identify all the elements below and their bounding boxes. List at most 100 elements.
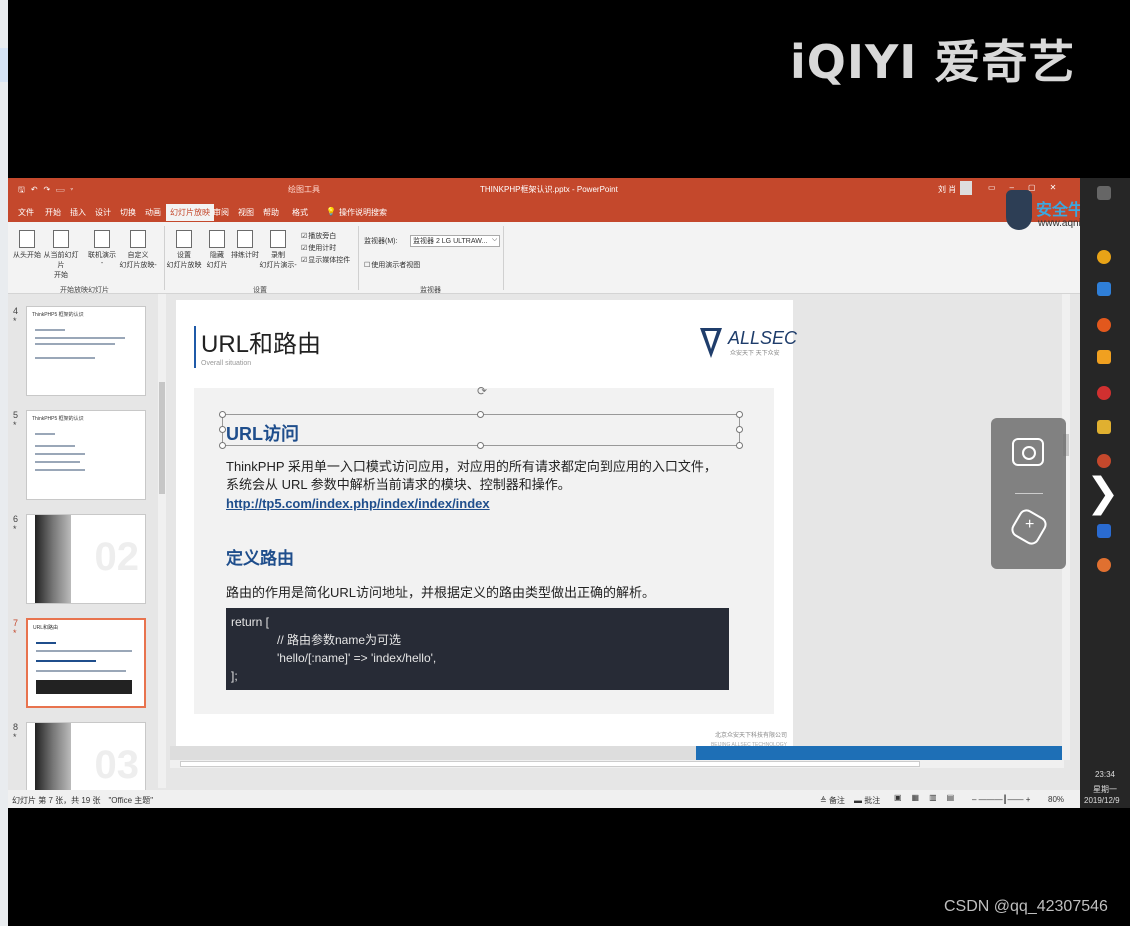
heading-define-route[interactable]: 定义路由 (226, 544, 294, 569)
resize-handle[interactable] (736, 426, 743, 433)
resize-handle[interactable] (219, 411, 226, 418)
thumbnail-scrollbar[interactable] (158, 294, 166, 788)
scrollbar-thumb[interactable] (159, 382, 165, 494)
footer-company: 北京众安天下科技有限公司 (714, 733, 787, 739)
custom-slideshow-button[interactable]: 自定义 幻灯片放映- (118, 230, 158, 270)
tab-animations[interactable]: 动画 (145, 207, 161, 218)
tab-help[interactable]: 帮助 (263, 207, 279, 218)
zoom-slider[interactable]: – ———┃—— + (972, 795, 1030, 804)
code-block[interactable]: return [ // 路由参数name为可选 'hello/[:name]' … (226, 608, 729, 690)
p-app-icon[interactable] (1097, 524, 1111, 538)
button-label: 设置 (177, 252, 191, 259)
paragraph-route[interactable]: 路由的作用是简化URL访问地址，并根据定义的路由类型做出正确的解析。 (226, 582, 655, 601)
user-name[interactable]: 刘 肖 (938, 184, 956, 195)
monitor-select[interactable]: 监视器 2 LG ULTRAW... (410, 235, 500, 247)
presenter-view-checkbox[interactable]: 使用演示者视图 (364, 260, 420, 270)
left-edge-strip (0, 0, 8, 926)
thumb-number: 5 (13, 410, 19, 420)
record-slideshow-button[interactable]: 录制 幻灯片演示- (258, 230, 298, 270)
tab-design[interactable]: 设计 (95, 207, 111, 218)
tab-insert[interactable]: 插入 (70, 207, 86, 218)
setup-slideshow-button[interactable]: 设置 幻灯片放映 (166, 230, 202, 270)
folder-icon[interactable] (1097, 420, 1111, 434)
rehearse-timings-button[interactable]: 排练计时 (228, 230, 262, 260)
play-narrations-checkbox[interactable]: 播放旁白 (301, 231, 336, 241)
slideshow-start-icon (19, 230, 35, 248)
resize-handle[interactable] (477, 442, 484, 449)
windows-icon[interactable] (1097, 186, 1111, 200)
thumb-line (35, 445, 75, 447)
powerpoint-icon[interactable] (1097, 454, 1111, 468)
status-bar: 幻灯片 第 7 张，共 19 张 "Office 主题" ≜ 备注 ▬ 批注 ▣… (8, 790, 1080, 808)
camera-icon[interactable] (1012, 438, 1044, 466)
thumb-line (35, 329, 65, 331)
resize-handle[interactable] (736, 411, 743, 418)
slideshow-current-icon (53, 230, 69, 248)
checkmark-app-icon[interactable] (1097, 282, 1111, 296)
resize-handle[interactable] (477, 411, 484, 418)
slide-canvas: URL和路由 Overall situation ALLSEC 众安天下 天下众… (166, 294, 1070, 788)
thumb-photo (35, 723, 71, 791)
tab-transitions[interactable]: 切换 (120, 207, 136, 218)
from-beginning-button[interactable]: 从头开始 (10, 230, 44, 260)
resize-handle[interactable] (736, 442, 743, 449)
slide-7[interactable]: URL和路由 Overall situation ALLSEC 众安天下 天下众… (176, 300, 797, 760)
example-link[interactable]: http://tp5.com/index.php/index/index/ind… (226, 496, 490, 511)
shield-icon (700, 328, 722, 358)
app-icon[interactable] (1097, 558, 1111, 572)
thumb-line (36, 642, 56, 644)
chevron-right-icon[interactable]: ❯ (1086, 470, 1120, 516)
notes-button[interactable]: ≜ 备注 (820, 795, 845, 806)
chrome-icon[interactable] (1097, 250, 1111, 264)
button-label: 自定义 (127, 252, 149, 259)
thumb-star: * (13, 732, 17, 742)
monitor-label: 监视器(M): (364, 238, 398, 245)
resize-handle[interactable] (219, 426, 226, 433)
slide-thumbnail-6[interactable]: 02 (26, 514, 146, 604)
slide-thumbnail-4[interactable]: ThinkPHP5 框架的认识 (26, 306, 146, 396)
view-buttons[interactable]: ▣▦▥▤ (894, 793, 964, 802)
quick-access-toolbar[interactable]: 🖫↶↷▭▿ (18, 184, 79, 198)
comments-button[interactable]: ▬ 批注 (854, 795, 880, 806)
tab-home[interactable]: 开始 (45, 207, 61, 218)
clock-time[interactable]: 23:34 (1092, 770, 1118, 779)
show-media-controls-checkbox[interactable]: 显示媒体控件 (301, 255, 350, 265)
ribbon-separator (164, 226, 165, 290)
clock-date[interactable]: 2019/12/9 (1084, 796, 1120, 805)
tab-slideshow[interactable]: 幻灯片放映 (166, 204, 214, 221)
firefox-icon[interactable] (1097, 318, 1111, 332)
from-current-button[interactable]: 从当前幻灯片 开始 (42, 230, 80, 280)
tell-me-search[interactable]: 操作说明搜索 (339, 207, 387, 218)
button-sublabel: 幻灯片 (206, 262, 228, 269)
slide-subtitle: Overall situation (201, 360, 252, 367)
chevron-down-icon[interactable]: ⌵ (492, 236, 497, 244)
zoom-level[interactable]: 80% (1048, 795, 1064, 804)
record-app-icon[interactable] (1097, 386, 1111, 400)
paragraph-url[interactable]: ThinkPHP 采用单一入口模式访问应用，对应用的所有请求都定向到应用的入口文… (226, 458, 726, 494)
mascot-icon (1006, 190, 1032, 230)
tab-file[interactable]: 文件 (18, 207, 34, 218)
resize-handle[interactable] (219, 442, 226, 449)
tab-view[interactable]: 视图 (238, 207, 254, 218)
avatar[interactable] (960, 181, 972, 195)
app-icon[interactable] (1097, 350, 1111, 364)
scrollbar-thumb[interactable] (180, 761, 920, 767)
use-timings-checkbox[interactable]: 使用计时 (301, 243, 336, 253)
slide-title[interactable]: URL和路由 (201, 324, 321, 359)
present-online-button[interactable]: 联机演示 - (85, 230, 119, 267)
slide-thumbnail-5[interactable]: ThinkPHP5 框架的认识 (26, 410, 146, 500)
add-hexagon-icon[interactable] (1008, 506, 1050, 548)
thumb-star: * (13, 628, 17, 638)
slide-thumbnail-8[interactable]: 03 (26, 722, 146, 792)
slide-thumbnail-7[interactable]: URL和路由 (26, 618, 146, 708)
tab-format[interactable]: 格式 (292, 207, 308, 218)
iqiyi-watermark: iQIYI 爱奇艺 (790, 35, 1076, 89)
horizontal-scrollbar[interactable] (170, 760, 1064, 768)
heading-url-access[interactable]: URL访问 (226, 420, 299, 446)
thumb-line (35, 453, 85, 455)
lightbulb-icon: 💡 (326, 207, 336, 216)
rotate-handle-icon[interactable]: ⟳ (477, 384, 487, 398)
thumb-line (36, 650, 132, 652)
thumb-number: 4 (13, 306, 19, 316)
tab-review[interactable]: 审阅 (213, 207, 229, 218)
